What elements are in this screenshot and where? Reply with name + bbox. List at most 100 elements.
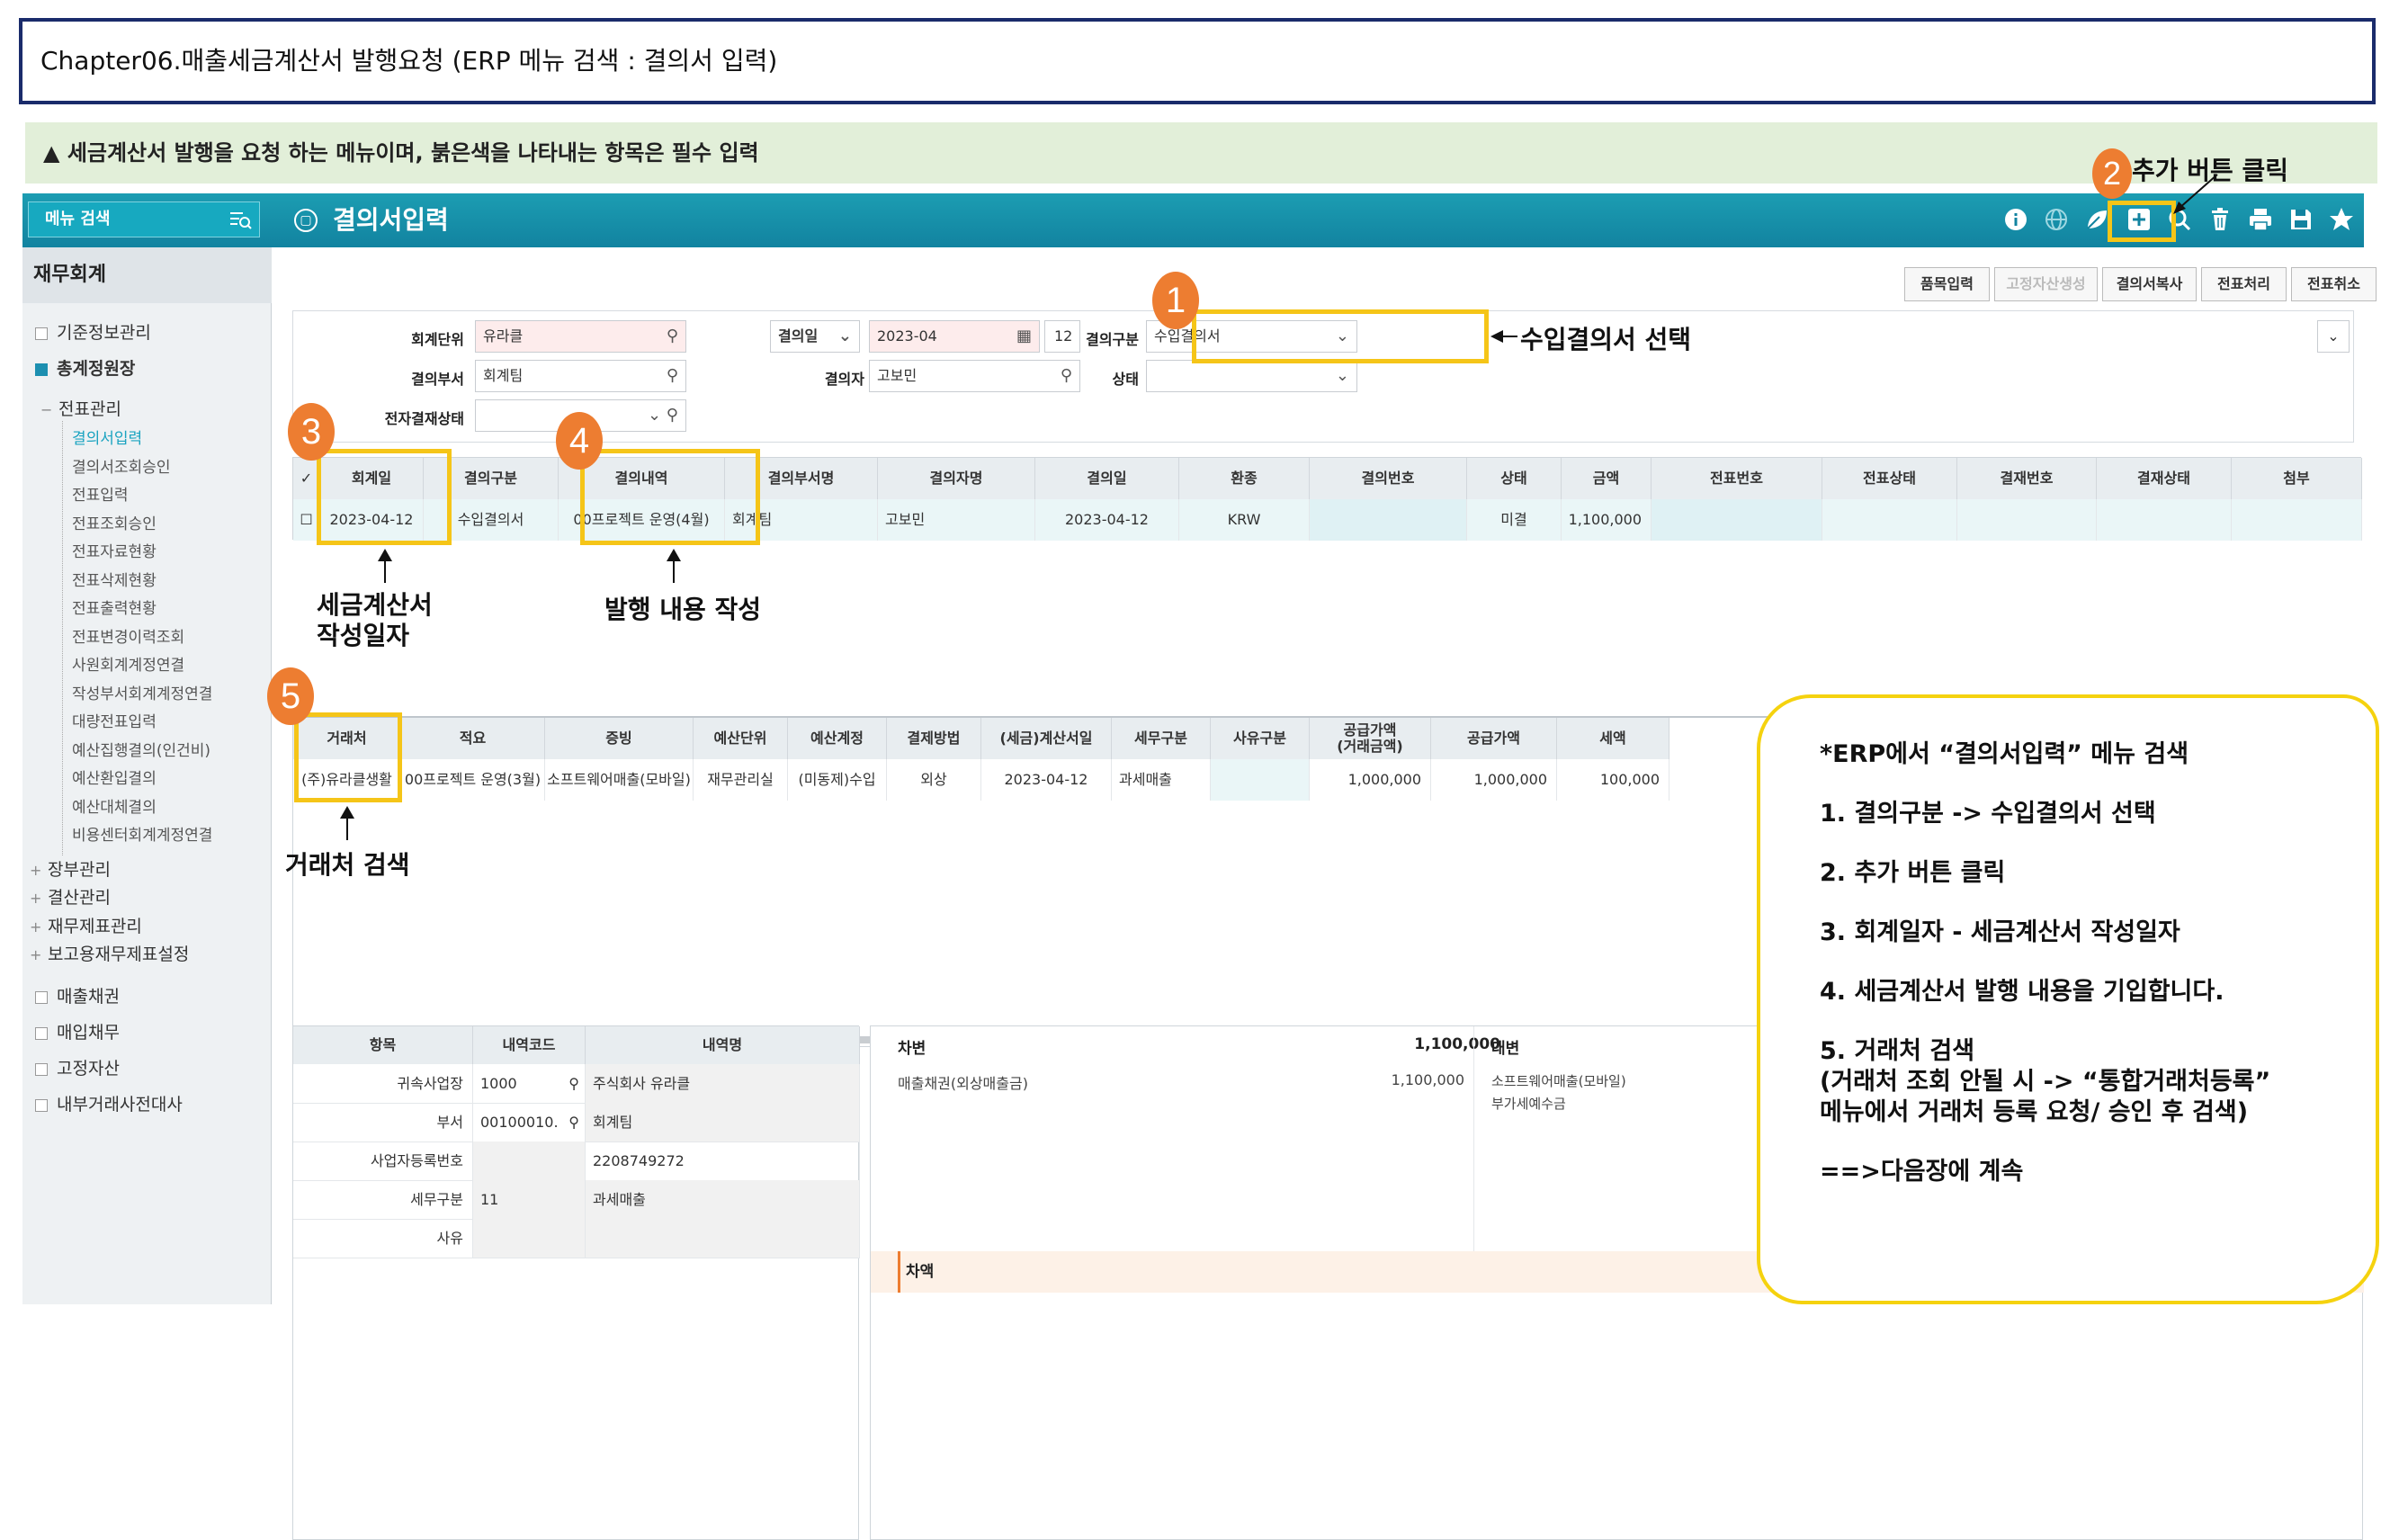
cell-budget-unit[interactable]: 재무관리실: [694, 759, 788, 801]
detail-row[interactable]: 세무구분 11 과세매출: [293, 1180, 860, 1220]
save-icon[interactable]: [2287, 206, 2315, 235]
sidebar-subitem[interactable]: 예산집행결의(인건비): [72, 738, 210, 760]
sidebar-subitem[interactable]: 작성부서회계계정연결: [72, 681, 212, 703]
cell-tax-amount[interactable]: 100,000: [1557, 759, 1669, 801]
credit-line[interactable]: 소프트웨어매출(모바일): [1491, 1071, 1626, 1090]
sidebar-item-payables[interactable]: 매입채무: [35, 1019, 120, 1043]
print-icon[interactable]: [2246, 206, 2275, 235]
cell-summary[interactable]: 00프로젝트 운영(3월): [401, 759, 545, 801]
cell-voucher-no[interactable]: [1652, 499, 1822, 541]
detail-row[interactable]: 사유: [293, 1219, 860, 1258]
sidebar-subitem[interactable]: 전표변경이력조회: [72, 624, 184, 647]
detail-row[interactable]: 부서 00100010. ⚲ 회계팀: [293, 1103, 860, 1142]
debit-line[interactable]: 매출채권(외상매출금): [898, 1071, 1028, 1093]
note-line: *ERP에서 “결의서입력” 메뉴 검색: [1820, 740, 2189, 768]
grid-header: 예산계정: [788, 718, 887, 759]
dept-input[interactable]: 회계팀 ⚲: [475, 360, 686, 392]
detail-code[interactable]: [473, 1219, 586, 1258]
detail-name: [586, 1219, 860, 1258]
search-icon[interactable]: ⚲: [667, 361, 678, 391]
cell-currency[interactable]: KRW: [1179, 499, 1310, 541]
screen-title: 결의서입력: [333, 205, 449, 235]
collapse-icon: [35, 1062, 48, 1076]
cell-budget-account[interactable]: (미동제)수입: [788, 759, 887, 801]
sidebar-title-text: 재무회계: [33, 264, 106, 286]
tree-plus-icon: +: [30, 890, 42, 907]
panel-collapse-button[interactable]: ⌄: [2317, 320, 2350, 353]
arrow-icon: [2173, 174, 2218, 214]
cell-approval-no[interactable]: [1957, 499, 2097, 541]
sidebar-group-books[interactable]: + 장부관리: [30, 856, 111, 881]
voucher-cancel-button[interactable]: 전표취소: [2291, 267, 2377, 301]
sidebar-subitem[interactable]: 사원회계계정연결: [72, 652, 184, 675]
sidebar-group-statements[interactable]: + 재무제표관리: [30, 913, 142, 937]
sidebar-subitem[interactable]: 전표삭제현황: [72, 568, 157, 590]
detail-code[interactable]: [473, 1142, 586, 1180]
sidebar-group-closing[interactable]: + 결산관리: [30, 884, 111, 909]
detail-name: 주식회사 유라클: [586, 1064, 860, 1103]
globe-icon[interactable]: [2042, 206, 2071, 235]
sidebar-item-general-ledger[interactable]: 총계정원장: [35, 355, 135, 380]
detail-row[interactable]: 사업자등록번호 2208749272: [293, 1142, 860, 1181]
search-icon[interactable]: ⚲: [667, 321, 678, 352]
sidebar-subitem[interactable]: 전표출력현황: [72, 595, 157, 618]
voucher-process-button[interactable]: 전표처리: [2201, 267, 2287, 301]
menu-search-icon[interactable]: [228, 210, 252, 229]
sidebar-subitem[interactable]: 전표자료현황: [72, 539, 157, 561]
voucher-copy-button[interactable]: 결의서복사: [2102, 267, 2197, 301]
detail-code[interactable]: 1000 ⚲: [473, 1064, 586, 1103]
sidebar-subitem[interactable]: 예산환입결의: [72, 766, 157, 788]
grid-header: 증빙: [545, 718, 694, 759]
cell-evidence[interactable]: 소프트웨어매출(모바일): [545, 759, 694, 801]
sidebar-subitem[interactable]: 전표입력: [72, 482, 129, 505]
cell-attachment[interactable]: [2232, 499, 2362, 541]
date-type-select[interactable]: 결의일 ⌄: [770, 320, 860, 353]
sidebar-group-report-settings[interactable]: + 보고용재무제표설정: [30, 941, 189, 965]
sidebar-group-voucher[interactable]: − 전표관리: [40, 396, 121, 420]
sidebar-subitem[interactable]: 예산대체결의: [72, 794, 157, 817]
sidebar-subitem[interactable]: 비용센터회계계정연결: [72, 822, 212, 845]
cell-approval-state[interactable]: [2097, 499, 2232, 541]
cell-date[interactable]: 2023-04-12: [1035, 499, 1179, 541]
item-input-button[interactable]: 품목입력: [1904, 267, 1990, 301]
fixed-asset-create-button[interactable]: 고정자산생성: [1994, 267, 2098, 301]
sidebar-group-label: 장부관리: [48, 860, 111, 880]
search-icon[interactable]: ⚲: [568, 1103, 579, 1142]
cell-number[interactable]: [1310, 499, 1467, 541]
cell-supply-amount[interactable]: 1,000,000: [1431, 759, 1557, 801]
detail-row[interactable]: 귀속사업장 1000 ⚲ 주식회사 유라클: [293, 1064, 860, 1104]
sidebar-item-basic-info[interactable]: 기준정보관리: [35, 319, 151, 344]
sidebar-item-receivables[interactable]: 매출채권: [35, 983, 120, 1007]
sidebar-subitem[interactable]: 전표조회승인: [72, 511, 157, 533]
info-icon[interactable]: [2001, 206, 2030, 235]
menu-search-label: 메뉴 검색: [45, 210, 111, 228]
cell-reason-type[interactable]: [1211, 759, 1310, 801]
cell-state[interactable]: 미결: [1467, 499, 1562, 541]
cell-amount[interactable]: 1,100,000: [1562, 499, 1652, 541]
detail-code[interactable]: 00100010. ⚲: [473, 1103, 586, 1142]
cell-payment-method[interactable]: 외상: [887, 759, 981, 801]
star-icon[interactable]: [2327, 206, 2356, 235]
calendar-icon[interactable]: ▦: [1016, 321, 1032, 352]
chevron-down-icon: ⌄: [1335, 366, 1349, 385]
cell-tax-type[interactable]: 과세매출: [1112, 759, 1211, 801]
chevron-down-search-icon[interactable]: ⌄ ⚲: [648, 400, 678, 431]
sidebar-item-fixed-assets[interactable]: 고정자산: [35, 1055, 120, 1079]
sidebar-subitem[interactable]: 대량전표입력: [72, 709, 157, 731]
search-icon[interactable]: ⚲: [568, 1064, 579, 1103]
cell-person[interactable]: 고보민: [878, 499, 1035, 541]
sidebar-item-internal-trade[interactable]: 내부거래사전대사: [35, 1091, 183, 1115]
credit-line[interactable]: 부가세예수금: [1491, 1094, 1566, 1113]
step-4-annotation: 발행 내용 작성: [604, 595, 762, 624]
unit-input[interactable]: 유라클 ⚲: [475, 320, 686, 353]
state-select[interactable]: ⌄: [1146, 360, 1357, 392]
date-month-input[interactable]: 2023-04 ▦: [869, 320, 1040, 353]
menu-search-input[interactable]: 메뉴 검색: [28, 201, 260, 237]
table-row[interactable]: (주)유라클생활 00프로젝트 운영(3월) 소프트웨어매출(모바일) 재무관리…: [293, 759, 1786, 801]
sidebar-item-voucher-input[interactable]: 결의서입력: [72, 425, 142, 448]
cell-voucher-state[interactable]: [1822, 499, 1957, 541]
cell-supply-trade[interactable]: 1,000,000: [1310, 759, 1431, 801]
sidebar-subitem[interactable]: 결의서조회승인: [72, 454, 170, 477]
detail-code[interactable]: 11: [473, 1180, 586, 1219]
cell-invoice-date[interactable]: 2023-04-12: [981, 759, 1112, 801]
